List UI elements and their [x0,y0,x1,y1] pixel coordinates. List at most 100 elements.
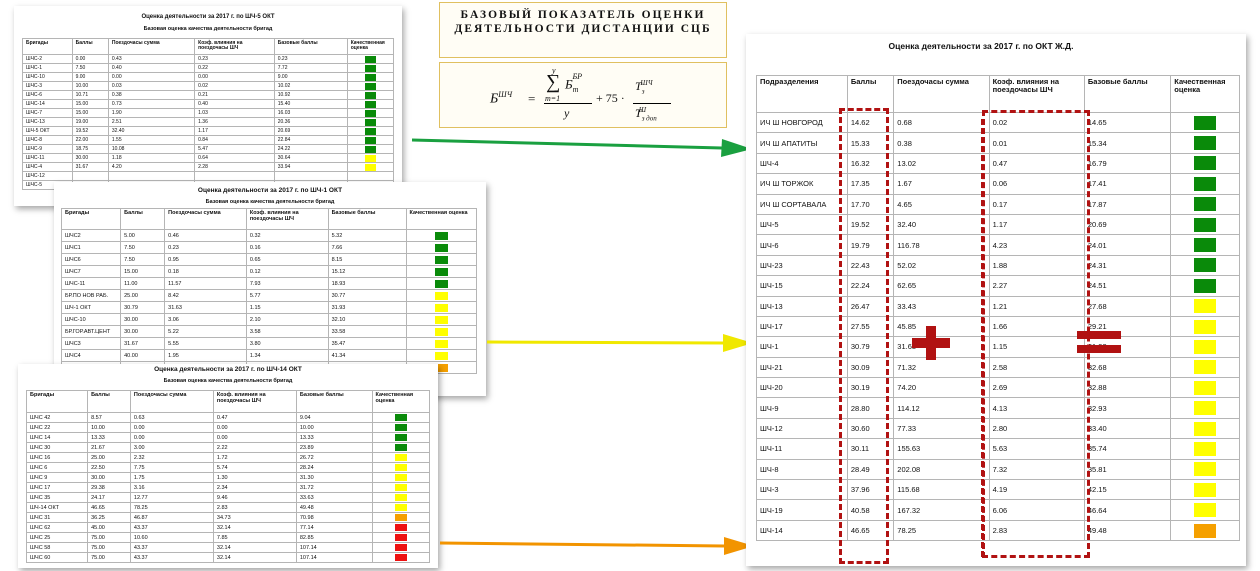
table-cell: ШЧС 14 [25,432,89,443]
table-cell: 14.65 [1083,111,1172,134]
table-cell: 9.00 [71,72,109,82]
table-cell: ШЧС 17 [25,482,89,493]
column-header: Коэф. влияния на поездочасы ШЧ [988,75,1085,113]
table-cell: 43.37 [129,522,214,533]
table-cell: 1.90 [107,108,196,118]
table-cell: 31.67 [71,162,109,172]
table-cell: 30.64 [273,153,348,163]
table-row: ШЧС 30 21.67 3.00 2.22 23.89 [25,442,431,453]
quality-cell [371,552,431,563]
quality-cell [1170,397,1240,419]
table-cell: 0.32 [245,229,329,242]
sheet-shch5: Оценка деятельности за 2017 г. по ШЧ-5 О… [14,6,402,206]
table-cell: 0.12 [245,265,329,278]
quality-cell [346,162,395,172]
table-cell: 35.81 [1083,458,1172,481]
table-cell: ШЧ-4 [756,152,848,175]
quality-swatch [364,64,376,72]
table-row: ШЧ-1 ОКТ 30.79 31.63 1.15 31.93 [60,301,478,314]
quality-swatch [434,243,448,252]
table-cell: 0.65 [245,253,329,266]
sheet-title: Оценка деятельности за 2017 г. по ШЧ-1 О… [197,187,343,194]
table-row: ШЧС-2 0.00 0.43 0.23 0.23 [22,54,395,64]
column-header: Качественная оценка [371,390,431,413]
table-cell: ИЧ Ш НОВГОРОД [756,111,848,134]
table-cell: 15.00 [71,108,109,118]
table-cell: 1.30 [212,472,297,483]
table-cell: ИЧ Ш ТОРЖОК [756,173,848,195]
table-cell: 0.03 [107,81,196,91]
table-cell: БР.ГОР.АВТ.ЦЕНТ [60,325,122,338]
quality-swatch [1194,380,1217,395]
table-cell: 0.00 [212,422,297,433]
table-cell: 35.74 [1083,438,1172,460]
table-cell: ШЧС2 [60,229,122,242]
table-cell: 32.88 [1083,377,1172,399]
quality-swatch [1194,136,1217,151]
table-row: БР.ГОР.АВТ.ЦЕНТ 30.00 5.22 3.58 33.58 [60,325,478,338]
table-cell: ШЧС-8 [22,135,73,145]
table-cell: 5.47 [194,144,275,154]
table-cell: 46.65 [87,502,131,513]
quality-cell [371,512,431,523]
table-cell: ШЧС 16 [25,452,89,463]
quality-swatch [1194,278,1217,293]
table-cell: ШЧ-8 [756,458,848,481]
table-cell: 43.37 [129,542,214,553]
quality-swatch [1194,319,1217,334]
table-row: ШЧС-13 19.00 2.51 1.36 20.36 [22,117,395,127]
quality-cell [346,108,395,118]
table-cell: 0.73 [107,99,196,109]
table-cell: 16.79 [1083,152,1172,175]
column-header: Баллы [120,208,166,230]
table-cell: 18.75 [71,144,109,154]
quality-swatch [1194,115,1217,130]
table-row: ШЧС-7 15.00 1.90 1.03 16.03 [22,108,395,118]
column-header: Бригады [22,38,73,55]
table-row: ШЧС 31 36.25 46.87 34.73 70.98 [25,512,431,523]
table-cell: ШЧС-3 [22,81,73,91]
quality-cell [1170,499,1240,521]
table-cell: 0.38 [107,90,196,100]
table-row: ШЧС-9 18.75 10.08 5.47 24.22 [22,144,395,154]
table-cell [107,171,196,181]
table-row: ШЧС7 15.00 0.18 0.12 15.12 [60,265,478,278]
table-cell: ШЧС4 [60,349,122,362]
table-cell: 24.51 [1083,275,1172,297]
table-header-row: Бригады Баллы Поездочасы сумма Коэф. влияни… [25,390,431,413]
table-row: ШЧС 25 75.00 10.60 7.85 82.85 [25,532,431,543]
table-cell: 1.95 [164,349,247,362]
orange-arrow-icon [439,537,754,555]
table-row: ШЧС 6 22.50 7.75 5.74 28.24 [25,462,431,473]
table-cell: ШЧС7 [60,265,122,278]
table-cell: 10.00 [71,81,109,91]
table-cell: 78.25 [129,502,214,513]
table-cell: 15.40 [273,99,348,109]
table-cell: 0.47 [212,412,297,423]
table-row: ШЧС-8 22.00 1.55 0.84 22.84 [22,135,395,145]
table-cell: 31.93 [327,301,407,314]
quality-swatch [364,118,376,126]
table-cell: 7.75 [129,462,214,473]
column-header: Баллы [87,390,131,413]
table-cell: 7.50 [120,253,166,266]
table-cell: 30.79 [120,301,166,314]
table-cell: 17.41 [1083,173,1172,195]
table-cell: 17.87 [1083,193,1172,215]
table-cell: ШЧС6 [60,253,122,266]
table-cell: 21.67 [87,442,131,453]
quality-cell [346,135,395,145]
quality-cell [405,313,478,326]
quality-cell [1170,295,1240,317]
table-row: ШЧС-11 11.00 11.57 7.93 18.93 [60,277,478,290]
quality-cell [1170,234,1240,256]
table-cell: 0.40 [194,99,275,109]
table-cell: 0.23 [164,241,247,254]
table-cell: 8.57 [87,412,131,423]
table-cell: 40.00 [120,349,166,362]
table-cell: 31.30 [295,472,373,483]
table-row: ШЧС4 40.00 1.95 1.34 41.34 [60,349,478,362]
quality-swatch [394,514,407,521]
table-cell: 12.77 [129,492,214,503]
table-cell: 0.43 [107,54,196,64]
